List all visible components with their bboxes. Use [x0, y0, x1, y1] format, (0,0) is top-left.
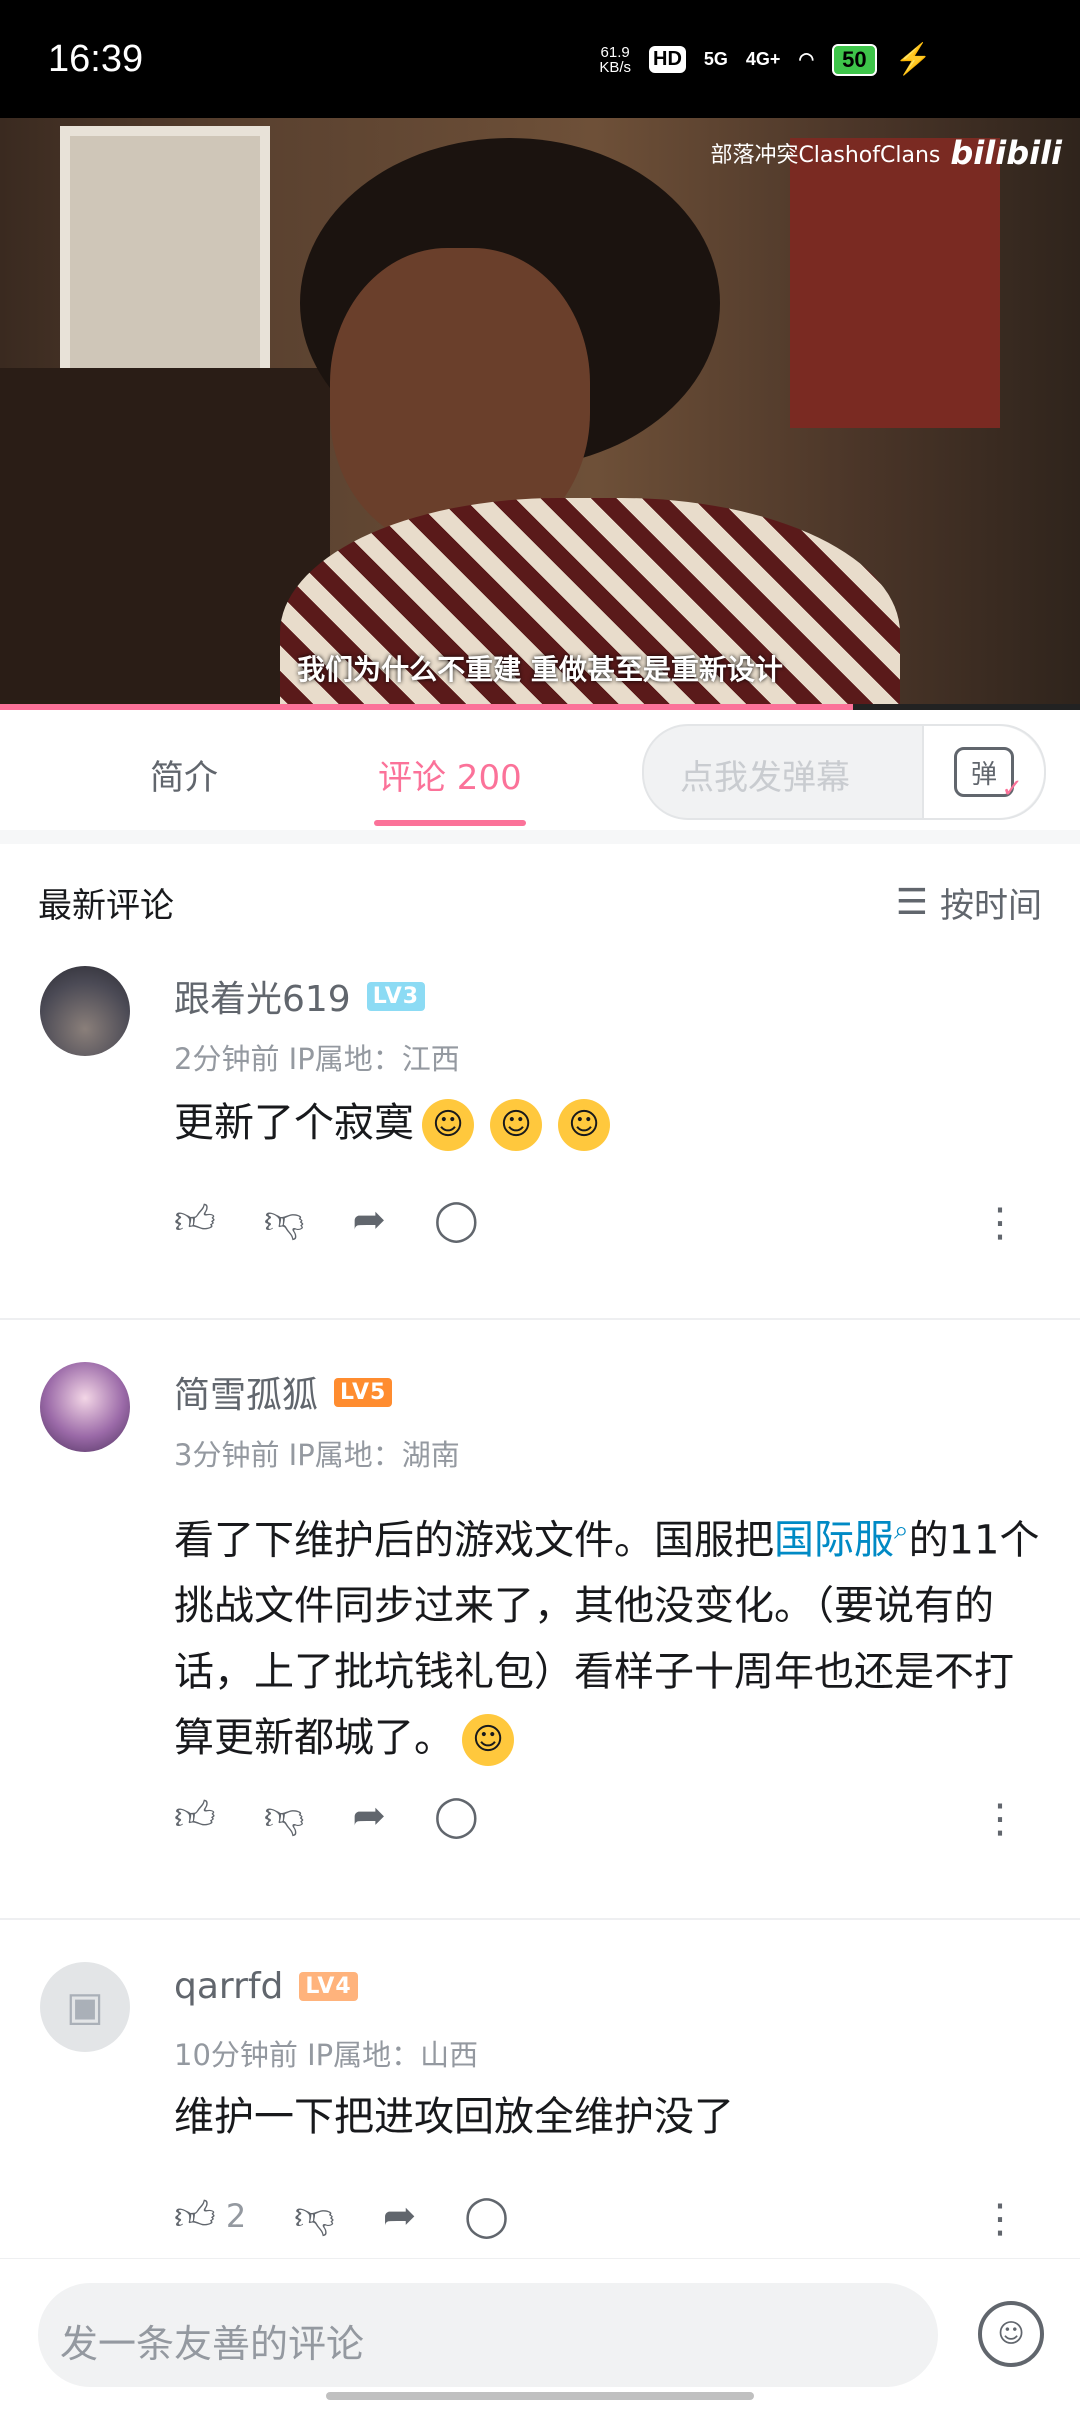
like-count: 2: [225, 2197, 247, 2235]
level-badge: LV3: [366, 981, 426, 1011]
comment-divider: [0, 1918, 1080, 1920]
emoji-picker-icon[interactable]: ☺: [978, 2301, 1044, 2367]
danmaku-toggle-button[interactable]: 弹: [922, 726, 1044, 818]
section-divider: [0, 830, 1080, 844]
username[interactable]: 跟着光619 LV3: [174, 970, 426, 1022]
like-button[interactable]: 👍︎ 2: [174, 2196, 246, 2236]
thumbs-down-icon: 👎︎: [263, 1793, 305, 1839]
comment-icon: ◯: [464, 2193, 510, 2239]
video-player[interactable]: 部落冲突ClashofClans bilibili 我们为什么不重建 重做甚至是…: [0, 118, 1080, 706]
status-bar: 16:39 61.9 KB/s HD 5G 4G+ ◠ 50 ⚡: [0, 0, 1080, 118]
reply-button[interactable]: ◯: [434, 1200, 479, 1240]
comment-meta: 2分钟前 IP属地：江西: [174, 1042, 460, 1076]
dislike-button[interactable]: 👎︎: [264, 1796, 305, 1836]
comment-text: 看了下维护后的游戏文件。国服把国际服⌕的11个挑战文件同步过来了，其他没变化。（…: [174, 1498, 1044, 1771]
list-icon: ☰: [895, 882, 928, 923]
battery-icon: 50: [832, 43, 877, 76]
charging-icon: ⚡: [894, 43, 932, 76]
reply-bar: 发一条友善的评论 ☺: [0, 2258, 1080, 2409]
search-icon: ⌕: [894, 1516, 909, 1546]
comment-text: 更新了个寂寞 ☺ ☺ ☺: [174, 1090, 1044, 1156]
signal-4g-icon: 4G+: [745, 49, 781, 69]
share-icon: ➦: [382, 2193, 417, 2239]
active-tab-indicator: [374, 820, 526, 826]
emoji-icon: ☺: [462, 1714, 514, 1767]
emoji-icon: ☺: [490, 1099, 542, 1151]
like-button[interactable]: 👍︎: [174, 1796, 216, 1836]
signal-5g-icon: 5G: [703, 49, 728, 69]
tab-bar: 简介 评论 200 点我发弹幕 弹: [0, 712, 1080, 831]
comment-meta: 10分钟前 IP属地：山西: [174, 2038, 479, 2072]
sort-label: 按时间: [940, 886, 1042, 926]
background-poster: [60, 126, 270, 386]
video-watermark: 部落冲突ClashofClans bilibili: [710, 134, 1062, 172]
avatar[interactable]: [40, 966, 130, 1056]
comment-icon: ◯: [433, 1197, 479, 1243]
comments-section-title: 最新评论: [38, 886, 174, 926]
tab-intro[interactable]: 简介: [150, 750, 218, 799]
clock: 16:39: [48, 38, 144, 80]
comment-meta: 3分钟前 IP属地：湖南: [174, 1438, 460, 1472]
tab-comments[interactable]: 评论 200: [378, 750, 522, 799]
comment-divider: [0, 1318, 1080, 1320]
more-options-icon[interactable]: ⋮: [980, 1200, 1020, 1246]
video-progress-fill: [0, 704, 854, 710]
reply-button[interactable]: ◯: [464, 2196, 509, 2236]
share-icon: ➦: [352, 1197, 386, 1243]
more-options-icon[interactable]: ⋮: [980, 2196, 1020, 2242]
hd-voice-icon: HD: [649, 46, 686, 73]
wifi-icon: ◠: [798, 49, 815, 69]
comment-icon: ◯: [433, 1793, 479, 1839]
comment-text: 维护一下把进攻回放全维护没了: [174, 2094, 734, 2140]
danmaku-icon: 弹: [954, 747, 1023, 804]
share-icon: ➦: [352, 1793, 386, 1839]
reply-button[interactable]: ◯: [434, 1796, 479, 1836]
danmaku-input[interactable]: 点我发弹幕: [680, 750, 850, 799]
avatar[interactable]: [40, 1362, 130, 1452]
share-button[interactable]: ➦: [352, 1796, 386, 1836]
like-button[interactable]: 👍︎: [174, 1200, 216, 1240]
username[interactable]: 简雪孤狐 LV5: [174, 1366, 393, 1418]
reply-input[interactable]: 发一条友善的评论: [38, 2283, 938, 2387]
reply-placeholder: 发一条友善的评论: [60, 2322, 365, 2366]
thumbs-up-icon: 👍︎: [174, 1793, 216, 1839]
thumbs-down-icon: 👎︎: [263, 1197, 305, 1243]
background-poster-red: [790, 138, 1000, 428]
more-options-icon[interactable]: ⋮: [980, 1796, 1020, 1842]
video-progress-bar[interactable]: [0, 704, 1080, 710]
thumbs-up-icon: 👍︎: [174, 1197, 216, 1243]
network-speed: 61.9 KB/s: [599, 43, 631, 76]
emoji-icon: ☺: [422, 1099, 474, 1151]
bilibili-logo: bilibili: [950, 134, 1062, 172]
danmaku-box[interactable]: 点我发弹幕 弹: [642, 724, 1046, 820]
dislike-button[interactable]: 👎︎: [264, 1200, 305, 1240]
sort-button[interactable]: ☰ 按时间: [896, 878, 1042, 927]
share-button[interactable]: ➦: [383, 2196, 417, 2236]
level-badge: LV5: [334, 1377, 393, 1407]
video-subtitle: 我们为什么不重建 重做甚至是重新设计: [297, 653, 783, 686]
thumbs-down-icon: 👎︎: [294, 2193, 335, 2239]
avatar[interactable]: ▣: [40, 1962, 130, 2052]
share-button[interactable]: ➦: [352, 1200, 386, 1240]
search-link[interactable]: 国际服⌕: [774, 1516, 909, 1563]
default-avatar-icon: ▣: [66, 1984, 104, 2030]
username[interactable]: qarrfd LV4: [174, 1966, 358, 2007]
dislike-button[interactable]: 👎︎: [294, 2196, 335, 2236]
thumbs-up-icon: 👍︎: [174, 2193, 216, 2239]
home-indicator[interactable]: [326, 2392, 754, 2400]
emoji-icon: ☺: [558, 1099, 610, 1151]
level-badge: LV4: [299, 1972, 358, 2001]
